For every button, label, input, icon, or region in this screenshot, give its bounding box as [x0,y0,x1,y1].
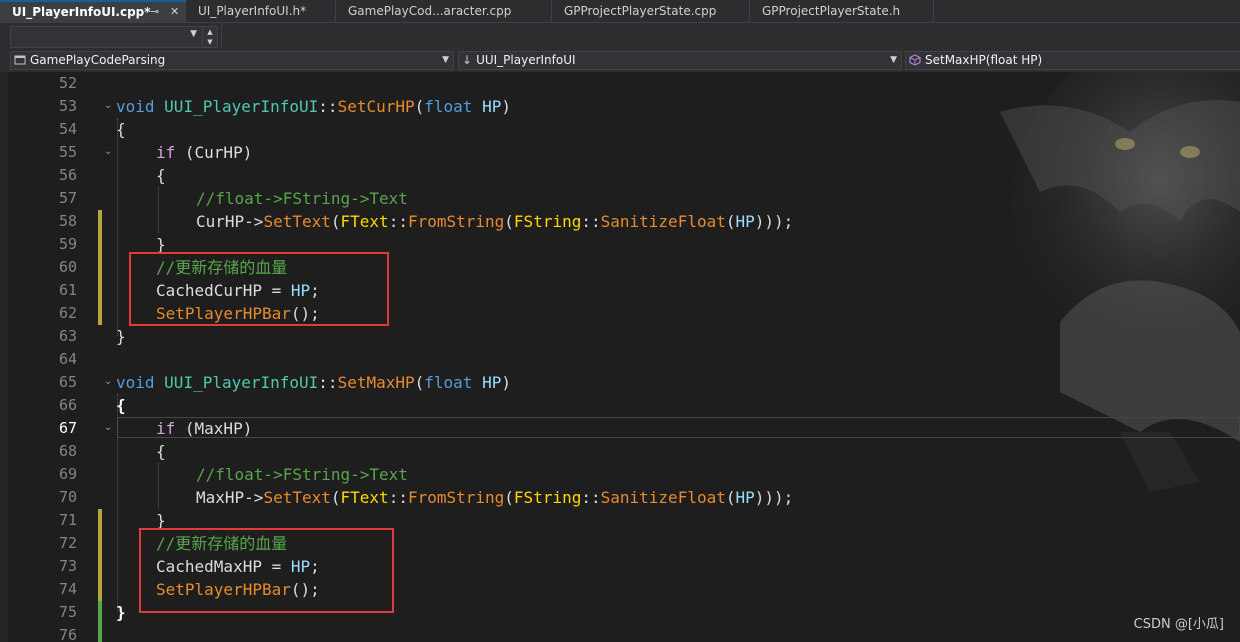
code-editor[interactable]: 52 53 ⌄ void UUI_PlayerInfoUI::SetCurHP(… [0,72,1240,642]
code-line[interactable]: 57 //float->FString->Text [0,187,1240,210]
code-line[interactable]: 53 ⌄ void UUI_PlayerInfoUI::SetCurHP(flo… [0,95,1240,118]
code-text: } [116,327,126,346]
code-line[interactable]: 68 { [0,440,1240,463]
line-number: 71 [58,511,77,529]
code-line[interactable]: 52 [0,72,1240,95]
chevron-down-icon: ▼ [442,55,449,65]
code-comment: //float->FString->Text [196,465,408,484]
line-number: 75 [58,603,77,621]
tab-label: GamePlayCod...aracter.cpp [348,4,512,18]
code-line[interactable]: 67 ⌄ if (MaxHP) [0,417,1240,440]
fold-chevron-icon[interactable]: ⌄ [104,377,112,387]
line-number: 53 [58,97,77,115]
close-icon[interactable]: ✕ [170,2,179,22]
tab-gameplaycodparsing-character[interactable]: GamePlayCod...aracter.cpp [336,0,552,22]
code-comment: //float->FString->Text [196,189,408,208]
code-line[interactable]: 65 ⌄ void UUI_PlayerInfoUI::SetMaxHP(flo… [0,371,1240,394]
code-text: } [116,603,126,622]
code-line[interactable]: 69 //float->FString->Text [0,463,1240,486]
line-number: 61 [58,281,77,299]
tab-label: UI_PlayerInfoUI.h* [198,4,307,18]
code-line[interactable]: 66 { [0,394,1240,417]
method-cube-icon [909,54,921,66]
line-number: 76 [58,626,77,642]
line-number: 54 [58,120,77,138]
code-text: CurHP->SetText(FText::FromString(FString… [196,212,794,231]
line-number: 62 [58,304,77,322]
line-number: 69 [58,465,77,483]
project-dropdown[interactable]: GamePlayCodeParsing ▼ [10,51,454,70]
tab-ui-playerinfoui-h[interactable]: UI_PlayerInfoUI.h* [186,0,336,22]
code-text: { [116,396,126,415]
line-number: 67 [58,419,77,437]
line-number: 65 [58,373,77,391]
scope-dropdown[interactable]: ↓ UUI_PlayerInfoUI ▼ [458,51,902,70]
navigation-bar: GamePlayCodeParsing ▼ ↓ UUI_PlayerInfoUI … [0,49,1240,73]
line-number: 74 [58,580,77,598]
pin-icon[interactable]: ⊸ [150,2,159,22]
chevron-down-icon: ▼ [890,55,897,65]
project-name: GamePlayCodeParsing [30,53,166,67]
line-number: 52 [58,74,77,92]
member-name: SetMaxHP(float HP) [925,53,1043,67]
annotation-box [139,528,394,613]
code-line[interactable]: 70 MaxHP->SetText(FText::FromString(FStr… [0,486,1240,509]
project-icon [14,55,26,65]
tab-label: GPProjectPlayerState.cpp [564,4,717,18]
fold-chevron-icon[interactable]: ⌄ [104,101,112,111]
code-line[interactable]: 55 ⌄ if (CurHP) [0,141,1240,164]
code-text: if (MaxHP) [156,419,253,438]
code-line[interactable]: 76 [0,624,1240,642]
annotation-box [129,252,389,326]
line-number: 70 [58,488,77,506]
fold-chevron-icon[interactable]: ⌄ [104,147,112,157]
spin-buttons[interactable]: ▲ ▼ [202,26,218,48]
tab-gpprojectplayerstate-cpp[interactable]: GPProjectPlayerState.cpp [552,0,750,22]
tab-label: UI_PlayerInfoUI.cpp* [12,5,151,19]
line-number: 56 [58,166,77,184]
line-number: 55 [58,143,77,161]
line-number: 73 [58,557,77,575]
editor-toolbar: ▼ ▲ ▼ [0,23,1240,49]
code-text: { [156,442,166,461]
tab-label: GPProjectPlayerState.h [762,4,901,18]
line-number: 66 [58,396,77,414]
member-dropdown[interactable]: SetMaxHP(float HP) [905,51,1240,70]
code-line[interactable]: 63 } [0,325,1240,348]
line-number: 68 [58,442,77,460]
tab-ui-playerinfoui-cpp[interactable]: UI_PlayerInfoUI.cpp* ⊸ ✕ [0,0,186,22]
line-number: 64 [58,350,77,368]
code-text: if (CurHP) [156,143,253,162]
code-line[interactable]: 56 { [0,164,1240,187]
code-line[interactable]: 58 CurHP->SetText(FText::FromString(FStr… [0,210,1240,233]
document-tab-strip: UI_PlayerInfoUI.cpp* ⊸ ✕ UI_PlayerInfoUI… [0,0,1240,23]
line-number: 59 [58,235,77,253]
line-number: 72 [58,534,77,552]
line-number: 58 [58,212,77,230]
watermark: CSDN @[小瓜] [1133,617,1224,632]
line-number: 60 [58,258,77,276]
scope-name: UUI_PlayerInfoUI [476,53,576,67]
code-line[interactable]: 64 [0,348,1240,371]
tab-gpprojectplayerstate-h[interactable]: GPProjectPlayerState.h [750,0,934,22]
code-text: void UUI_PlayerInfoUI::SetMaxHP(float HP… [116,373,511,392]
toolbar-dropdown[interactable]: ▼ [10,26,204,48]
line-number: 57 [58,189,77,207]
toolbar-divider [221,23,222,49]
code-line[interactable]: 54 { [0,118,1240,141]
line-number: 63 [58,327,77,345]
code-text: { [156,166,166,185]
code-text: { [116,120,126,139]
fold-chevron-icon[interactable]: ⌄ [104,423,112,433]
code-text: MaxHP->SetText(FText::FromString(FString… [196,488,794,507]
code-text: void UUI_PlayerInfoUI::SetCurHP(float HP… [116,97,511,116]
chevron-down-icon: ▼ [190,29,197,39]
arrow-down-icon: ↓ [462,53,473,67]
